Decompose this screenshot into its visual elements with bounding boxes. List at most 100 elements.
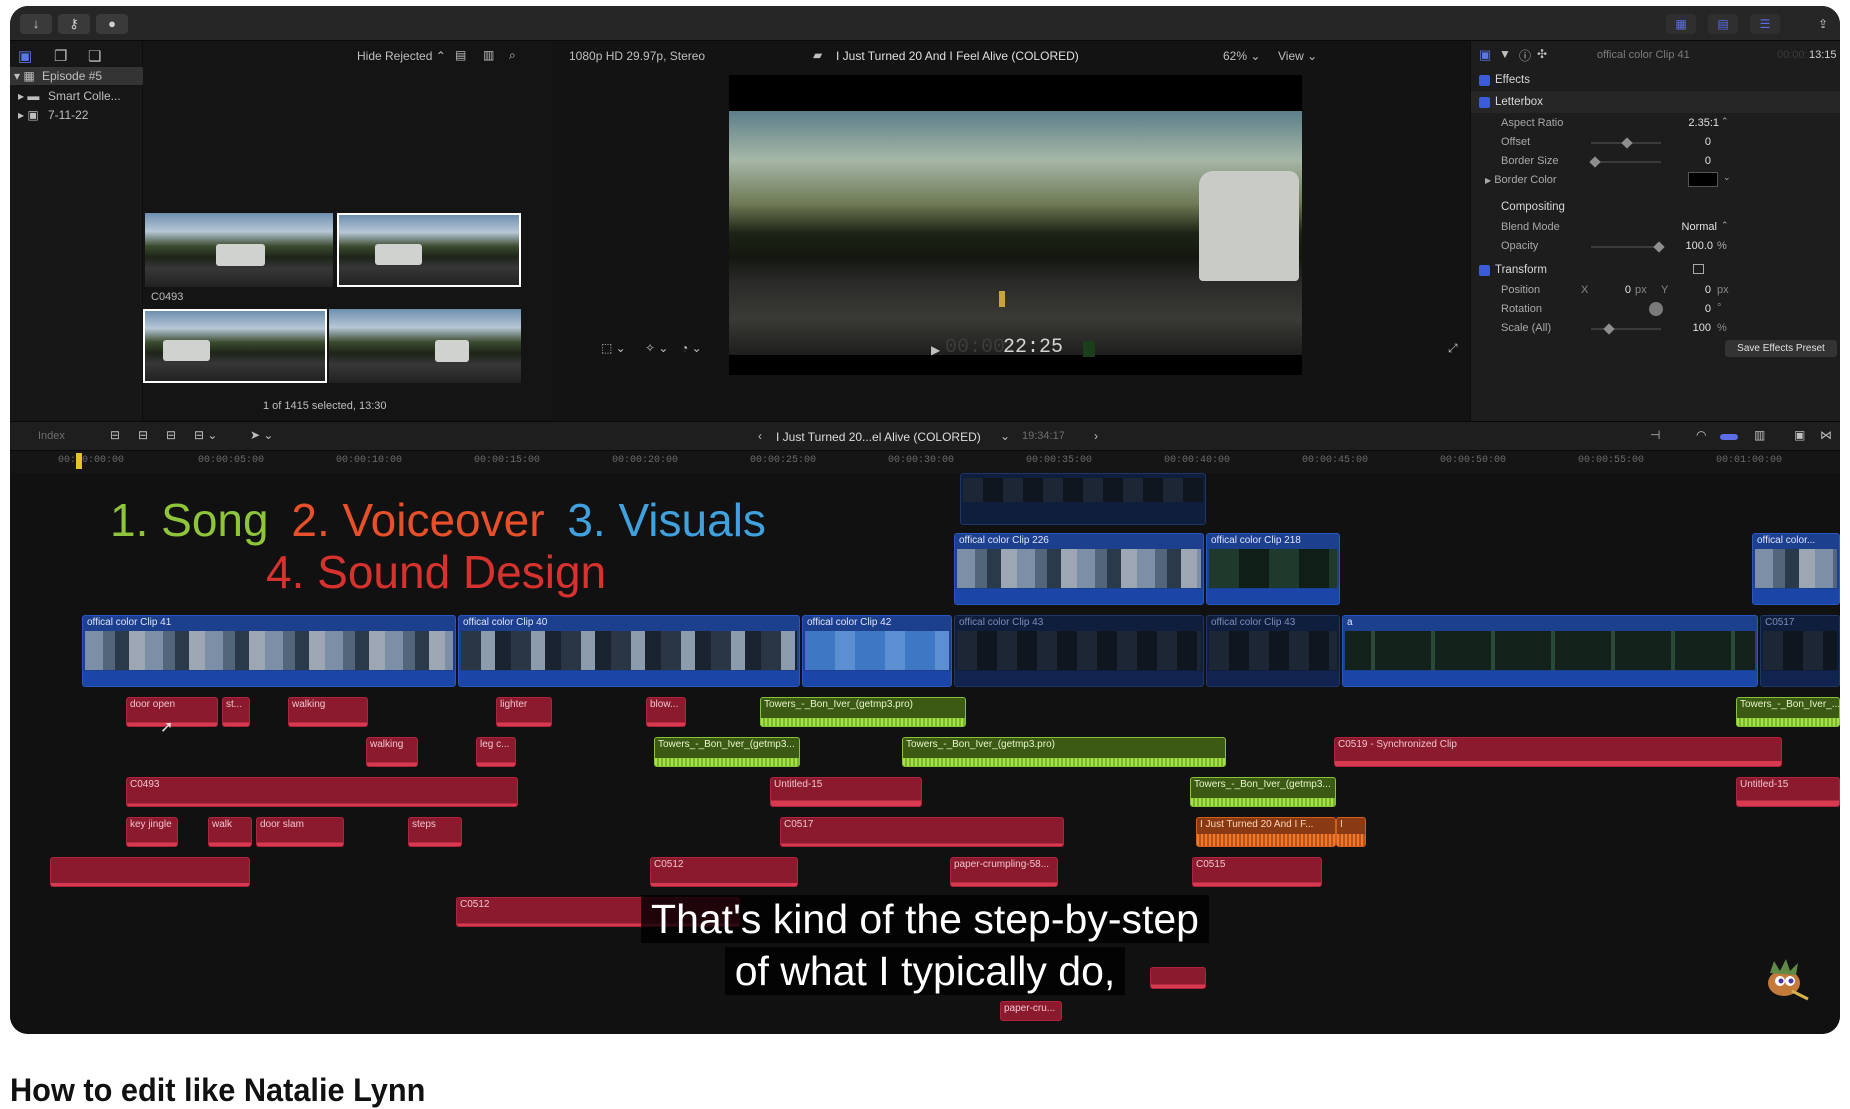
music-clip[interactable]: Towers_-_Bon_Iver_(getmp3.pro) — [902, 737, 1226, 767]
crop-icon[interactable]: ⬚ ⌄ — [601, 341, 626, 355]
overwrite-icon[interactable]: ⊟ ⌄ — [194, 428, 217, 442]
library-item-episode[interactable]: ▾ ▦ Episode #5 — [10, 67, 143, 85]
transitions-icon[interactable]: ⋈ — [1820, 428, 1832, 442]
transform-checkbox[interactable] — [1479, 265, 1490, 276]
opacity-value[interactable]: 100.0 — [1671, 240, 1713, 252]
pos-x-value[interactable]: 0 — [1601, 284, 1631, 296]
timeline-ruler[interactable]: 00:00:00:00 00:00:05:00 00:00:10:00 00:0… — [10, 451, 1840, 473]
video-clip[interactable]: a — [1342, 615, 1758, 687]
song-clip[interactable]: I Just Turned 20 And I F... — [1196, 817, 1336, 847]
grid-icon[interactable]: ▦ — [1666, 14, 1696, 34]
pos-y-value[interactable]: 0 — [1681, 284, 1711, 296]
chevron-down-icon[interactable]: ⌄ — [1000, 429, 1010, 443]
music-clip[interactable]: Towers_-_Bon_Iver_(getmp3... — [654, 737, 800, 767]
blend-mode-value[interactable]: Normal — [1661, 221, 1717, 233]
skimming-icon[interactable]: ⊣ — [1650, 428, 1660, 442]
playhead[interactable] — [76, 453, 82, 469]
music-clip[interactable]: Towers_-_Bon_Iver_... — [1736, 697, 1840, 727]
audio-clip[interactable]: blow... — [646, 697, 686, 727]
color-inspector-icon[interactable]: ▼ — [1499, 47, 1511, 61]
video-title[interactable]: How to edit like Natalie Lynn — [10, 1072, 425, 1109]
video-clip[interactable]: offical color Clip 43 — [1206, 615, 1340, 687]
audio-clip[interactable] — [50, 857, 250, 887]
titles-icon[interactable]: ❏ — [88, 47, 101, 65]
video-clip[interactable]: offical color Clip 43 — [954, 615, 1204, 687]
audio-clip[interactable]: walking — [366, 737, 418, 767]
connect-icon[interactable]: ⊟ — [110, 428, 120, 442]
music-clip[interactable]: Towers_-_Bon_Iver_(getmp3.pro) — [760, 697, 966, 727]
list-view-icon[interactable]: ▤ — [455, 48, 466, 62]
video-clip[interactable]: offical color Clip 42 — [802, 615, 952, 687]
library-item-smart-collections[interactable]: ▸ ▬ Smart Colle... — [10, 87, 143, 105]
fullscreen-icon[interactable]: ⤢ — [1448, 341, 1458, 356]
audio-clip[interactable]: key jingle — [126, 817, 178, 847]
select-tool-icon[interactable]: ➤ ⌄ — [250, 428, 273, 442]
index-button[interactable]: Index — [38, 430, 65, 442]
speed-icon[interactable]: ◔ ⌄ — [681, 341, 702, 355]
border-size-slider[interactable] — [1589, 156, 1661, 168]
stepper-icon[interactable]: ⌃ — [1721, 116, 1729, 127]
headphones-icon[interactable]: ◠ — [1696, 428, 1706, 442]
rotation-dial[interactable] — [1649, 302, 1663, 316]
filmstrip-icon[interactable]: ▤ — [1708, 14, 1738, 34]
photos-icon[interactable]: ❐ — [54, 47, 67, 65]
audio-clip[interactable]: leg c... — [476, 737, 516, 767]
append-icon[interactable]: ⊟ — [166, 428, 176, 442]
insert-icon[interactable]: ⊟ — [138, 428, 148, 442]
browser-thumbnail-selected[interactable] — [337, 213, 521, 287]
back-icon[interactable]: ‹ — [758, 429, 762, 443]
browser-thumbnail[interactable] — [145, 213, 333, 287]
song-clip[interactable]: I — [1336, 817, 1366, 847]
share-icon[interactable]: ⇪ — [1808, 14, 1838, 34]
zoom-dropdown[interactable]: 62% ⌄ — [1223, 49, 1260, 63]
letterbox-checkbox[interactable] — [1479, 97, 1490, 108]
audio-clip[interactable]: Untitled-15 — [770, 777, 922, 807]
audio-clip[interactable]: C0493 — [126, 777, 518, 807]
audio-clip[interactable]: C0515 — [1192, 857, 1322, 887]
video-clip[interactable]: offical color... — [1752, 533, 1840, 605]
magic-wand-icon[interactable]: ✧ ⌄ — [645, 341, 668, 355]
video-frame[interactable] — [729, 75, 1302, 375]
library-item-date[interactable]: ▸ ▣ 7-11-22 — [10, 106, 143, 124]
audio-clip[interactable]: C0519 - Synchronized Clip — [1334, 737, 1782, 767]
browser-thumbnail-selected[interactable] — [143, 309, 327, 383]
border-size-value[interactable]: 0 — [1671, 155, 1711, 167]
view-dropdown[interactable]: View ⌄ — [1278, 49, 1317, 63]
audio-clip[interactable]: walking — [288, 697, 368, 727]
audio-clip[interactable]: door slam — [256, 817, 344, 847]
circle-check-icon[interactable]: ● — [96, 14, 128, 34]
onscreen-controls-icon[interactable] — [1693, 264, 1704, 274]
video-clip[interactable]: offical color Clip 218 — [1206, 533, 1340, 605]
search-icon[interactable]: ⌕ — [509, 48, 516, 63]
video-inspector-icon[interactable]: ▣ — [1479, 47, 1491, 63]
stepper-icon[interactable]: ⌃ — [1721, 220, 1729, 231]
snapping-icon[interactable] — [1720, 434, 1738, 440]
timeline-project-name[interactable]: I Just Turned 20...el Alive (COLORED) — [776, 430, 981, 444]
effects-checkbox[interactable] — [1479, 75, 1490, 86]
scale-value[interactable]: 100 — [1671, 322, 1711, 334]
video-clip[interactable] — [960, 473, 1206, 525]
key-icon[interactable]: ⚷ — [58, 14, 90, 34]
video-clip[interactable]: offical color Clip 41 — [82, 615, 456, 687]
aspect-ratio-value[interactable]: 2.35:1 — [1671, 117, 1719, 129]
audio-clip[interactable]: walk — [208, 817, 252, 847]
play-icon[interactable]: ▶ — [931, 343, 940, 357]
video-clip[interactable]: C0517 — [1760, 615, 1840, 687]
audio-clip[interactable]: st... — [222, 697, 250, 727]
offset-value[interactable]: 0 — [1671, 136, 1711, 148]
filmstrip-view-icon[interactable]: ▥ — [483, 48, 494, 62]
music-clip[interactable]: Towers_-_Bon_Iver_(getmp3... — [1190, 777, 1336, 807]
chevron-down-icon[interactable]: ⌄ — [1723, 172, 1731, 183]
browser-thumbnail[interactable] — [329, 309, 521, 383]
scale-slider[interactable] — [1591, 323, 1661, 335]
effects-browser-icon[interactable]: ▣ — [1794, 428, 1805, 442]
audio-clip[interactable]: C0512 — [650, 857, 798, 887]
audio-clip[interactable]: C0517 — [780, 817, 1064, 847]
rotation-value[interactable]: 0 — [1681, 303, 1711, 315]
libraries-icon[interactable]: ▣ — [18, 47, 32, 65]
download-icon[interactable]: ↓ — [20, 14, 52, 34]
video-clip[interactable]: offical color Clip 226 — [954, 533, 1204, 605]
transform-icon[interactable]: ✣ — [1537, 47, 1547, 61]
save-effects-preset-button[interactable]: Save Effects Preset — [1725, 340, 1837, 357]
audio-clip[interactable]: paper-cru... — [1000, 1001, 1062, 1021]
